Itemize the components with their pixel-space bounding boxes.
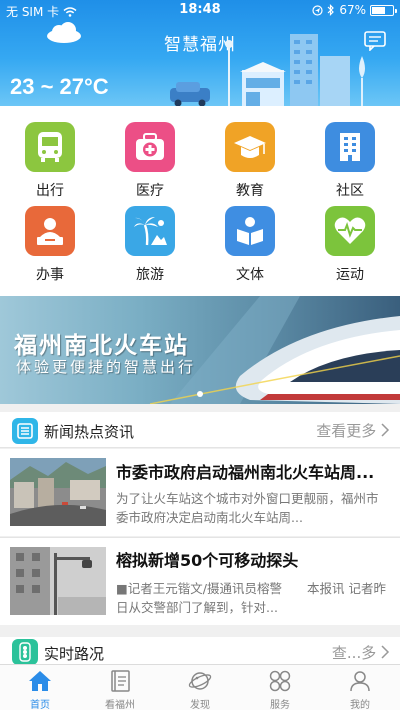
service-education[interactable]: 教育	[200, 106, 300, 199]
service-label: 运动	[336, 267, 364, 283]
tab-mine[interactable]: 我的	[320, 665, 400, 710]
tab-home[interactable]: 首页	[0, 665, 80, 710]
news-section-header: 新闻热点资讯 查看更多	[0, 412, 400, 448]
service-medical[interactable]: 医疗	[100, 106, 200, 199]
service-travel[interactable]: 出行	[0, 106, 100, 199]
clerk-icon	[25, 206, 75, 256]
service-tourism[interactable]: 旅游	[100, 190, 200, 283]
news-item[interactable]: 榕拟新增50个可移动探头 ■记者王元锴文/摄通讯员榕警 本报讯 记者昨日从交警部…	[0, 537, 400, 625]
traffic-more-label: 查...多	[331, 644, 377, 662]
news-item[interactable]: 市委市政府启动福州南北火车站周... 为了让火车站这个城市对外窗口更靓丽，福州市…	[0, 449, 400, 536]
tab-services[interactable]: 服务	[240, 665, 320, 710]
grid-icon	[269, 670, 291, 692]
service-grid: 出行 医疗 教育 社区 办事 旅游 文体 运动	[0, 106, 400, 296]
temperature-range: 23 ~ 27°C	[10, 74, 109, 99]
news-summary: ■记者王元锴文/摄通讯员榕警 本报讯 记者昨日从交警部门了解到，针对...	[116, 581, 386, 615]
book-icon	[111, 670, 130, 692]
chevron-right-icon	[381, 645, 390, 659]
banner-subtitle: 体验更便捷的智慧出行	[16, 358, 197, 376]
header: 无 SIM 卡 18:48 67% 智慧福州 23 ~ 27°C	[0, 0, 400, 106]
graduation-cap-icon	[225, 122, 275, 172]
tab-bar: 首页 看福州 发现 服务 我的	[0, 664, 400, 710]
palm-tree-icon	[125, 206, 175, 256]
chevron-right-icon	[381, 423, 390, 437]
promo-banner[interactable]: 福州南北火车站 体验更便捷的智慧出行	[0, 296, 400, 404]
carousel-indicator	[197, 391, 203, 397]
news-thumbnail	[10, 547, 106, 615]
tab-fuzhou[interactable]: 看福州	[80, 665, 160, 710]
battery-level	[372, 6, 386, 14]
news-summary: 为了让火车站这个城市对外窗口更靓丽，福州市委市政府决定启动南北火车站周...	[116, 491, 379, 525]
tab-label: 服务	[270, 700, 290, 710]
user-icon	[350, 671, 370, 692]
heart-pulse-icon	[325, 206, 375, 256]
city-skyline-illustration	[170, 34, 365, 106]
traffic-light-icon	[12, 639, 38, 665]
service-label: 文体	[236, 267, 264, 283]
status-bar: 无 SIM 卡 18:48 67%	[0, 0, 400, 20]
news-section-title: 新闻热点资讯	[44, 423, 135, 441]
service-label: 办事	[36, 267, 64, 283]
reader-icon	[225, 206, 275, 256]
tab-discover[interactable]: 发现	[160, 665, 240, 710]
bluetooth-icon	[327, 4, 335, 16]
tab-label: 看福州	[105, 700, 135, 710]
planet-icon	[188, 672, 212, 690]
banner-title: 福州南北火车站	[14, 333, 189, 359]
medical-kit-icon	[125, 122, 175, 172]
news-thumbnail	[10, 458, 106, 526]
service-culture-sports[interactable]: 文体	[200, 190, 300, 283]
service-community[interactable]: 社区	[300, 106, 400, 199]
battery-icon	[370, 4, 397, 16]
news-list-icon	[12, 418, 38, 444]
tab-label: 首页	[30, 700, 50, 710]
home-icon	[29, 671, 51, 691]
service-affairs[interactable]: 办事	[0, 190, 100, 283]
location-icon	[312, 4, 323, 16]
bus-icon	[25, 122, 75, 172]
battery-percent: 67%	[339, 3, 366, 17]
service-exercise[interactable]: 运动	[300, 190, 400, 283]
news-more-label: 查看更多	[316, 422, 377, 440]
news-more-link[interactable]: 查看更多	[316, 420, 390, 441]
tab-label: 发现	[190, 700, 210, 710]
traffic-more-link[interactable]: 查...多	[332, 642, 390, 663]
news-title: 榕拟新增50个可移动探头	[116, 551, 299, 570]
traffic-section-header: 实时路况 查...多	[0, 631, 400, 665]
service-label: 旅游	[136, 267, 164, 283]
tab-label: 我的	[350, 700, 370, 710]
news-title: 市委市政府启动福州南北火车站周...	[116, 463, 375, 482]
building-icon	[325, 122, 375, 172]
traffic-section-title: 实时路况	[44, 645, 105, 663]
